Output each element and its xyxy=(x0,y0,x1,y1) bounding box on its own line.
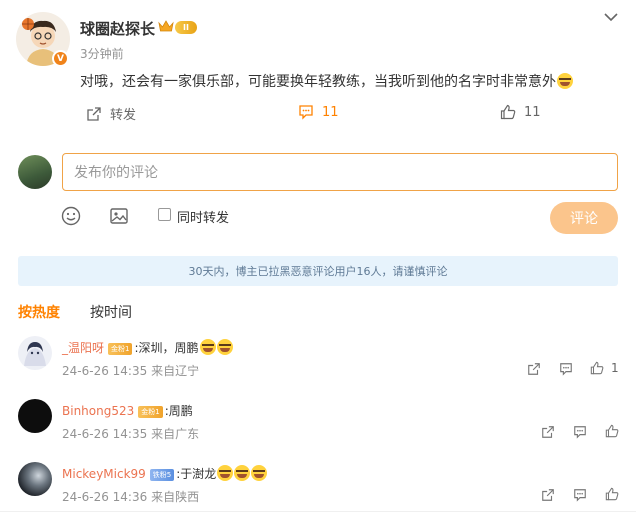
repost-button[interactable]: 转发 xyxy=(86,104,136,123)
comment-header: MickeyMick99 铁粉5:于澍龙 xyxy=(62,465,268,482)
comment-text: :周鹏 xyxy=(164,404,193,418)
comment-location: 来自陕西 xyxy=(151,490,200,504)
laugh-cry-emoji-icon xyxy=(557,73,573,89)
comment-meta: 24-6-26 14:35 来自辽宁 xyxy=(62,362,199,379)
comment-date: 24-6-26 14:35 xyxy=(62,427,148,441)
tab-sort-by-hot[interactable]: 按热度 xyxy=(18,302,60,322)
also-repost-checkbox[interactable] xyxy=(158,208,171,221)
tab-sort-by-time[interactable]: 按时间 xyxy=(90,302,132,322)
level-badge: II xyxy=(175,21,197,34)
share-icon xyxy=(87,106,101,121)
comment-header: _温阳呀 金粉1:深圳，周鹏 xyxy=(62,339,233,356)
comment-icon[interactable] xyxy=(573,488,587,502)
comment-input[interactable]: 发布你的评论 xyxy=(62,153,618,191)
comment-meta: 24-6-26 14:36 来自陕西 xyxy=(62,488,199,505)
current-user-avatar[interactable] xyxy=(18,155,52,189)
submit-comment-button[interactable]: 评论 xyxy=(550,202,618,234)
moderation-notice: 30天内，博主已拉黑恶意评论用户16人，请谨慎评论 xyxy=(18,256,618,286)
image-icon[interactable] xyxy=(109,206,129,226)
thumbs-up-icon[interactable] xyxy=(605,424,619,438)
comment-meta: 24-6-26 14:35 来自广东 xyxy=(62,425,199,442)
commenter-avatar[interactable] xyxy=(18,336,52,370)
comment-icon[interactable] xyxy=(559,362,573,376)
comment-icon xyxy=(299,105,313,120)
comment-date: 24-6-26 14:35 xyxy=(62,364,148,378)
fan-badge: 铁粉5 xyxy=(149,469,175,481)
also-repost-label[interactable]: 同时转发 xyxy=(177,207,229,226)
share-icon[interactable] xyxy=(527,362,541,376)
verified-badge-icon: V xyxy=(52,50,69,67)
comment-text: :于澍龙 xyxy=(176,467,217,481)
comment-text: :深圳，周鹏 xyxy=(134,341,199,355)
fan-badge: 金粉1 xyxy=(138,406,163,418)
laugh-cry-emoji-icon xyxy=(199,339,216,355)
commenter-name[interactable]: _温阳呀 xyxy=(62,341,104,355)
commenter-name[interactable]: MickeyMick99 xyxy=(62,467,146,481)
cat-emoji-icon xyxy=(234,465,251,481)
post-text: 对哦，还会有一家俱乐部，可能要换年轻教练，当我听到他的名字时非常意外 xyxy=(80,74,556,90)
cat-emoji-icon xyxy=(251,465,268,481)
comment-icon[interactable] xyxy=(573,425,587,439)
repost-label: 转发 xyxy=(110,108,137,123)
chevron-down-icon[interactable] xyxy=(603,10,619,24)
laugh-cry-emoji-icon xyxy=(216,339,233,355)
post-timestamp[interactable]: 3分钟前 xyxy=(80,45,124,62)
comment-location: 来自广东 xyxy=(151,427,200,441)
thumbs-up-icon[interactable] xyxy=(590,361,604,375)
commenter-name[interactable]: Binhong523 xyxy=(62,404,134,418)
like-count: 11 xyxy=(524,104,541,120)
cat-emoji-icon xyxy=(217,465,234,481)
comment-button[interactable]: 11 xyxy=(298,104,339,120)
share-icon[interactable] xyxy=(541,488,555,502)
thumbs-up-icon xyxy=(500,104,516,120)
crown-icon xyxy=(158,20,174,32)
fan-badge: 金粉1 xyxy=(108,343,133,355)
emoji-icon[interactable] xyxy=(61,206,81,226)
comment-date: 24-6-26 14:36 xyxy=(62,490,148,504)
commenter-avatar[interactable] xyxy=(18,399,52,433)
thumbs-up-icon[interactable] xyxy=(605,487,619,501)
post-body: 对哦，还会有一家俱乐部，可能要换年轻教练，当我听到他的名字时非常意外 xyxy=(80,71,573,91)
commenter-avatar[interactable] xyxy=(18,462,52,496)
comment-like-count: 1 xyxy=(611,361,619,375)
post-author-name[interactable]: 球圈赵探长 xyxy=(80,18,155,39)
share-icon[interactable] xyxy=(541,425,555,439)
comment-header: Binhong523 金粉1:周鹏 xyxy=(62,402,193,419)
comment-count: 11 xyxy=(322,104,339,120)
divider xyxy=(0,511,636,512)
comment-location: 来自辽宁 xyxy=(151,364,200,378)
like-button[interactable]: 11 xyxy=(500,104,541,120)
